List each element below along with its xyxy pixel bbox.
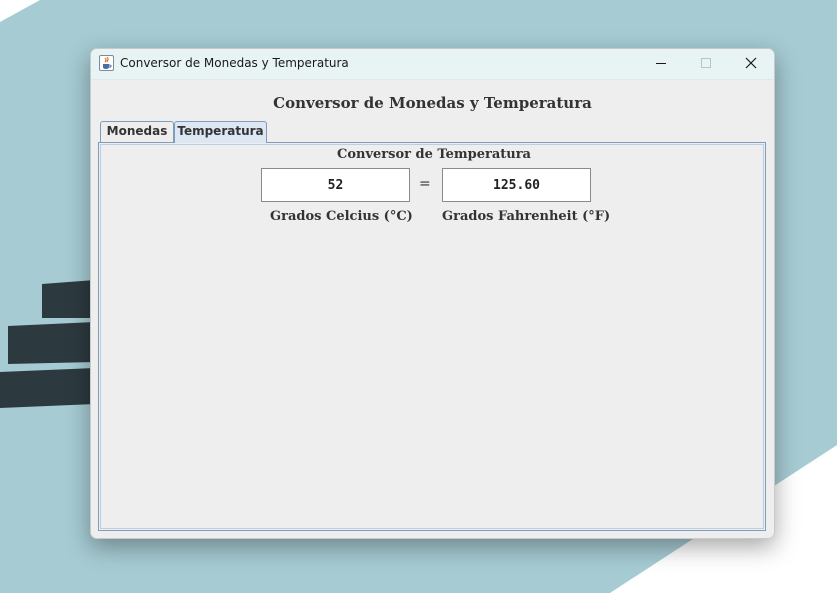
tab-monedas[interactable]: Monedas bbox=[100, 121, 174, 142]
java-cup-icon bbox=[99, 55, 114, 71]
maximize-icon bbox=[701, 58, 711, 68]
maximize-button[interactable] bbox=[683, 49, 729, 79]
celsius-input[interactable] bbox=[261, 168, 410, 202]
window-title: Conversor de Monedas y Temperatura bbox=[120, 56, 349, 70]
tab-panel-inner: Conversor de Temperatura = Grados Celciu… bbox=[100, 144, 764, 529]
section-title: Conversor de Temperatura bbox=[337, 147, 531, 162]
close-icon bbox=[745, 57, 757, 69]
title-bar[interactable]: Conversor de Monedas y Temperatura bbox=[91, 49, 774, 80]
fahrenheit-label: Grados Fahrenheit (°F) bbox=[442, 209, 611, 224]
tab-temperatura[interactable]: Temperatura bbox=[174, 121, 267, 143]
page-title: Conversor de Monedas y Temperatura bbox=[273, 94, 592, 112]
fahrenheit-input[interactable] bbox=[442, 168, 591, 202]
app-window: Conversor de Monedas y Temperatura Conve… bbox=[90, 48, 775, 539]
minimize-button[interactable] bbox=[638, 49, 684, 79]
equals-sign: = bbox=[419, 176, 431, 192]
content-pane: Conversor de Monedas y Temperatura Moned… bbox=[91, 80, 774, 538]
close-button[interactable] bbox=[728, 49, 774, 79]
celsius-label: Grados Celcius (°C) bbox=[270, 209, 413, 224]
minimize-icon bbox=[656, 63, 666, 64]
tab-panel-temperatura: Conversor de Temperatura = Grados Celciu… bbox=[98, 142, 766, 531]
